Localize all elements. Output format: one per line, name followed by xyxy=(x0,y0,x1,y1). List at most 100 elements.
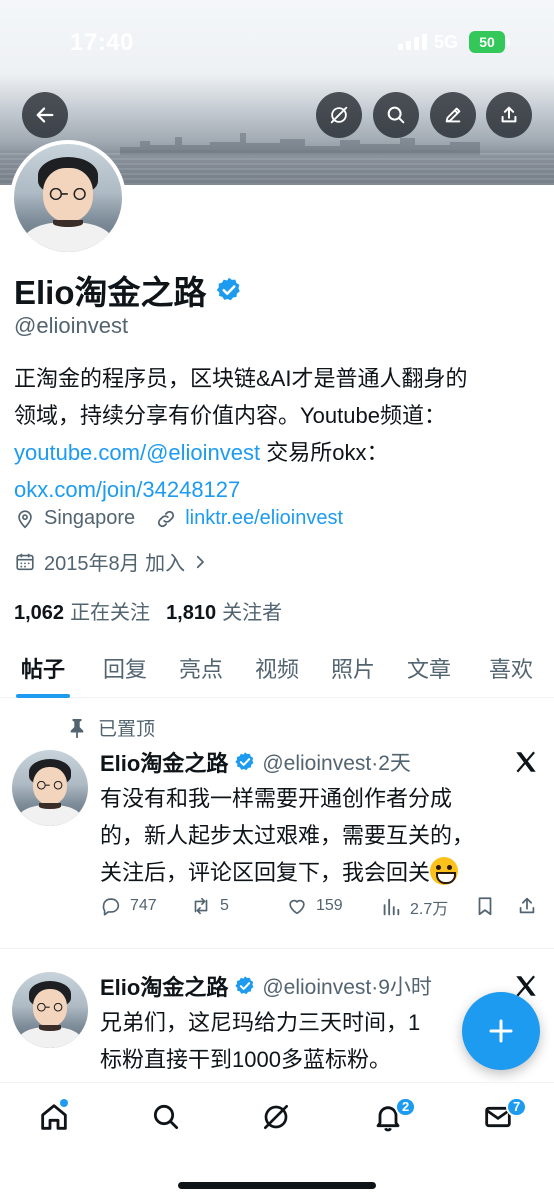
tab-articles[interactable]: 文章 xyxy=(402,640,456,698)
bio-text: 交易所okx： xyxy=(260,440,389,465)
tweet-avatar[interactable] xyxy=(12,750,88,826)
cellular-signal-icon xyxy=(398,34,427,50)
share-icon xyxy=(519,897,535,914)
share-icon xyxy=(501,106,517,123)
grok-icon xyxy=(264,1105,288,1129)
following-link[interactable]: 1,062 正在关注 xyxy=(14,596,150,625)
tweet-header: Elio淘金之路 @elioinvest·2天 xyxy=(100,746,411,778)
grok-icon xyxy=(330,106,348,124)
tweet-author-name[interactable]: Elio淘金之路 xyxy=(100,746,228,778)
tweet-text: 有没有和我一样需要开通创作者分成 的，新人起步太过艰难，需要互关的， 关注后，评… xyxy=(100,780,520,891)
like-button[interactable]: 159 xyxy=(286,895,343,917)
bookmark-icon xyxy=(478,897,492,916)
bio-youtube-link[interactable]: youtube.com/@elioinvest xyxy=(14,440,260,465)
repost-count: 5 xyxy=(220,897,229,914)
joined-date: 2015年8月 加入 xyxy=(44,553,186,575)
battery-indicator: 50 xyxy=(469,31,505,53)
notifications-badge: 2 xyxy=(395,1097,417,1117)
tweet-line: 兄弟们，这尼玛给力三天时间，1 xyxy=(100,1010,421,1035)
tweet-line: 标粉直接干到1000多蓝标粉。 xyxy=(100,1047,391,1072)
search-button[interactable] xyxy=(373,92,419,138)
messages-badge: 7 xyxy=(506,1097,528,1117)
share-button[interactable] xyxy=(486,92,532,138)
profile-meta: Singapore linktr.ee/elioinvest xyxy=(14,507,343,530)
pinned-label: 已置顶 xyxy=(98,719,156,740)
profile-website-link[interactable]: linktr.ee/elioinvest xyxy=(185,507,343,530)
follow-stats: 1,062 正在关注 1,810 关注者 xyxy=(14,596,282,625)
link-icon xyxy=(158,510,175,527)
reply-count: 747 xyxy=(130,897,157,914)
tab-videos[interactable]: 视频 xyxy=(250,640,304,698)
x-logo-icon[interactable] xyxy=(513,749,539,775)
tweet-line: 有没有和我一样需要开通创作者分成 xyxy=(100,786,453,811)
home-new-dot xyxy=(60,1099,68,1107)
profile-avatar[interactable] xyxy=(10,140,126,256)
tweet-handle-time: @elioinvest·2天 xyxy=(262,752,411,775)
profile-joined[interactable]: 2015年8月 加入 xyxy=(14,547,209,576)
avatar-image xyxy=(14,144,122,252)
compose-button[interactable] xyxy=(462,992,540,1070)
edit-icon xyxy=(445,107,461,123)
back-button[interactable] xyxy=(22,92,68,138)
bio-line: 正淘金的程序员，区块链&AI才是普通人翻身的 xyxy=(14,366,468,391)
share-tweet-button[interactable] xyxy=(516,895,546,917)
status-time: 17:40 xyxy=(70,29,134,56)
tweet-author-name[interactable]: Elio淘金之路 xyxy=(100,970,228,1002)
views-button[interactable]: 2.7万 xyxy=(380,895,448,919)
heart-icon xyxy=(289,899,305,915)
arrow-left-icon xyxy=(36,107,54,123)
avatar-image xyxy=(12,972,88,1048)
status-bar: 17:40 5G 50 xyxy=(0,0,554,80)
tweet-text: 兄弟们，这尼玛给力三天时间，1 标粉直接干到1000多蓝标粉。 xyxy=(100,1004,520,1078)
verified-badge-icon xyxy=(235,976,254,995)
calendar-icon xyxy=(16,553,34,570)
tweet-line: 关注后，评论区回复下，我会回关 xyxy=(100,860,431,885)
nav-search[interactable] xyxy=(150,1101,190,1141)
tweet-actions: 747 5 159 2.7万 xyxy=(100,895,540,925)
plus-icon xyxy=(489,1019,513,1043)
verified-badge-icon xyxy=(235,752,254,771)
location-icon xyxy=(18,509,32,528)
edit-button[interactable] xyxy=(430,92,476,138)
like-count: 159 xyxy=(316,897,343,914)
profile-name: Elio淘金之路 xyxy=(14,274,207,311)
search-icon xyxy=(153,1104,179,1130)
tweet-line: 的，新人起步太过艰难，需要互关的， xyxy=(100,823,475,848)
tab-replies[interactable]: 回复 xyxy=(98,640,152,698)
profile-handle: @elioinvest xyxy=(14,313,129,338)
chevron-right-icon xyxy=(197,555,205,568)
tab-highlights[interactable]: 亮点 xyxy=(174,640,228,698)
tweet-handle-time: @elioinvest·9小时 xyxy=(262,976,432,999)
followers-link[interactable]: 1,810 关注者 xyxy=(166,596,282,625)
repost-icon xyxy=(194,897,208,915)
bookmark-button[interactable] xyxy=(474,895,504,917)
nav-grok[interactable] xyxy=(260,1101,300,1141)
nav-home[interactable] xyxy=(38,1101,78,1141)
tab-photos[interactable]: 照片 xyxy=(326,640,380,698)
tab-posts[interactable]: 帖子 xyxy=(16,640,70,698)
battery-tip xyxy=(507,38,510,46)
network-type: 5G xyxy=(434,32,459,52)
pinned-indicator: 已置顶 xyxy=(68,714,155,741)
profile-name-row: Elio淘金之路 xyxy=(14,266,243,314)
pin-icon xyxy=(70,718,84,738)
repost-button[interactable]: 5 xyxy=(190,895,229,917)
bio-okx-link[interactable]: okx.com/join/34248127 xyxy=(14,477,240,502)
home-indicator xyxy=(178,1182,376,1189)
search-icon xyxy=(387,106,405,124)
grinning-emoji-icon xyxy=(430,857,459,885)
reply-icon xyxy=(102,898,120,916)
grok-button[interactable] xyxy=(316,92,362,138)
following-label: 正在关注 xyxy=(70,602,151,624)
avatar-image xyxy=(12,750,88,826)
reply-button[interactable]: 747 xyxy=(100,895,157,917)
tab-likes[interactable]: 喜欢 xyxy=(484,640,538,698)
tweet-avatar[interactable] xyxy=(12,972,88,1048)
bio-line: 领域，持续分享有价值内容。Youtube频道： xyxy=(14,403,446,428)
tweet-divider xyxy=(0,948,554,949)
tweet-header: Elio淘金之路 @elioinvest·9小时 xyxy=(100,970,432,1002)
following-count: 1,062 xyxy=(14,602,65,624)
profile-tabs: 帖子 回复 亮点 视频 照片 文章 喜欢 xyxy=(0,640,554,698)
view-count: 2.7万 xyxy=(410,901,449,918)
verified-badge-icon[interactable] xyxy=(215,276,243,304)
